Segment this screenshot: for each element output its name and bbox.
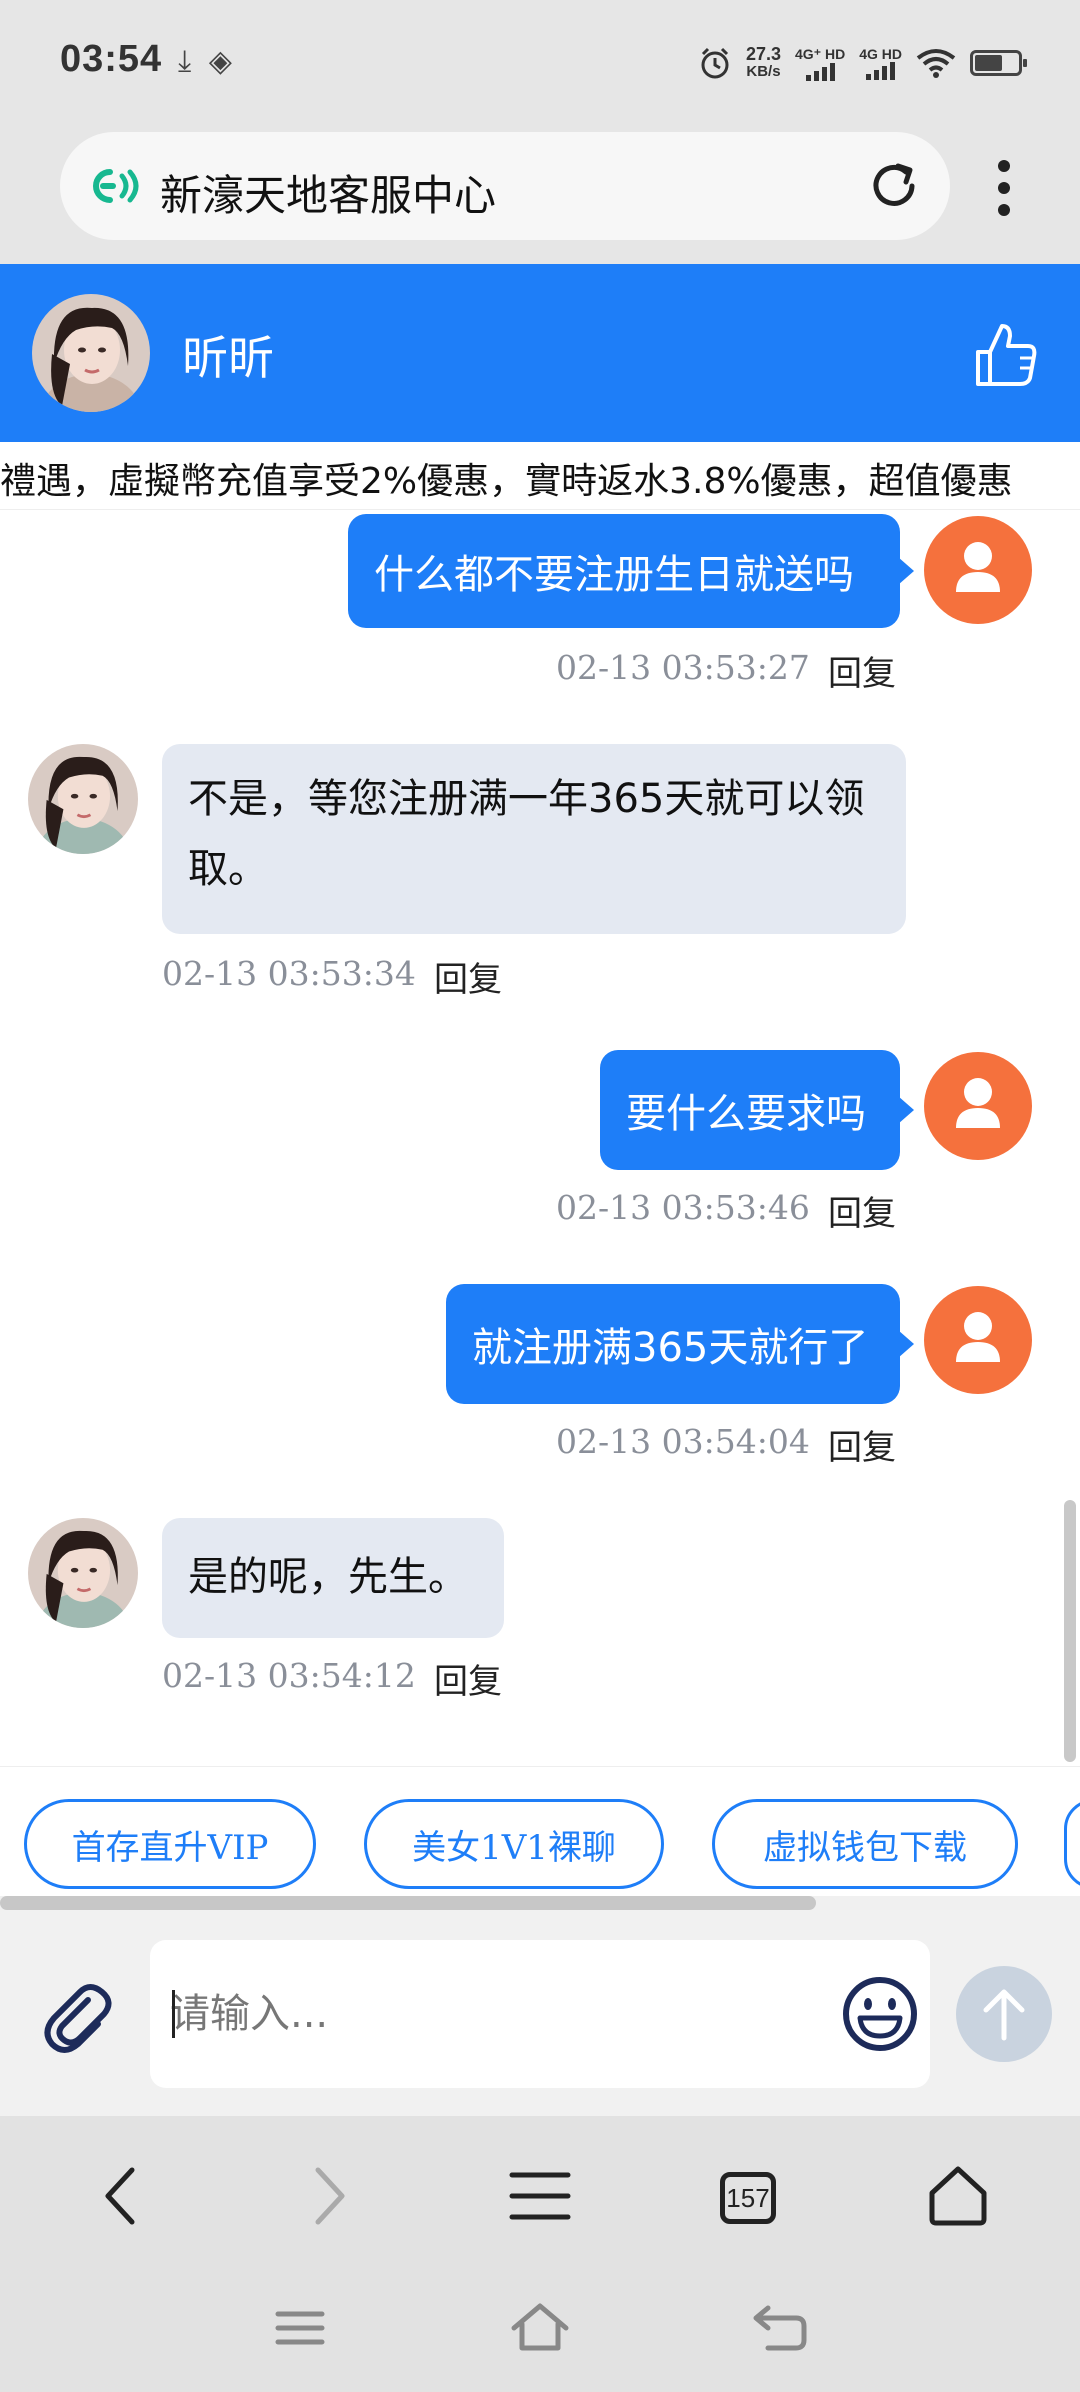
system-home-icon[interactable] [508, 2296, 572, 2360]
incoming-message[interactable]: 不是，等您注册满一年365天就可以领取。 [162, 744, 906, 934]
message-text: 要什么要求吗 [626, 1091, 866, 1137]
chevron-left-icon [105, 2167, 135, 2225]
chevron-right-icon [315, 2167, 345, 2225]
announcement-text: 禮遇，虛擬幣充值享受2%優惠，實時返水3.8%優惠，超值優惠 [0, 461, 1013, 502]
quick-reply-scrollbar[interactable] [0, 1896, 816, 1910]
back-button[interactable] [80, 2156, 160, 2236]
quick-reply-button[interactable]: 虚拟钱包下载 [712, 1799, 1018, 1889]
system-back-icon[interactable] [748, 2296, 812, 2360]
chat-messages[interactable]: 什么都不要注册生日就送吗 02-13 03:53:27 回复 不是，等您注册满一… [0, 510, 1080, 1766]
reply-link[interactable]: 回复 [434, 952, 502, 1001]
quick-reply-button[interactable]: 美女1V1裸聊 [364, 1799, 664, 1889]
text-cursor [172, 1990, 175, 2038]
signal-bars-icon [805, 62, 835, 81]
user-icon [956, 1312, 1000, 1362]
outgoing-message[interactable]: 就注册满365天就行了 [446, 1284, 914, 1404]
user-avatar [924, 516, 1032, 624]
emoji-icon[interactable] [840, 1974, 920, 2054]
quick-reply-button[interactable]: 首存直升VIP [24, 1799, 316, 1889]
reload-icon[interactable] [868, 160, 920, 212]
status-bar: 03:54 ⤓ ◈ 27.3 KB/s 4G⁺ HD 4G HD [0, 0, 1080, 128]
reply-link[interactable]: 回复 [828, 646, 896, 695]
quick-reply-button-partial[interactable] [1064, 1799, 1080, 1889]
tab-count: 157 [720, 2172, 776, 2224]
reply-link[interactable]: 回复 [828, 1186, 896, 1235]
message-text: 就注册满365天就行了 [472, 1325, 869, 1371]
chat-scrollbar[interactable] [1064, 1500, 1076, 1762]
more-menu-icon[interactable] [990, 156, 1018, 220]
user-avatar [924, 1286, 1032, 1394]
message-text: 什么都不要注册生日就送吗 [374, 552, 854, 598]
chat-header: 昕昕 [0, 264, 1080, 442]
message-timestamp: 02-13 03:53:27 [556, 648, 810, 687]
system-navigation [0, 2266, 1080, 2392]
message-composer [0, 1910, 1080, 2116]
status-left-icons: ⤓ ◈ [178, 44, 232, 79]
reply-link[interactable]: 回复 [434, 1654, 502, 1703]
agent-name: 昕昕 [182, 331, 274, 385]
address-bar[interactable]: 新濠天地客服中心 [60, 132, 950, 240]
page-title: 新濠天地客服中心 [160, 171, 497, 220]
status-time: 03:54 [60, 38, 163, 80]
message-text: 不是，等您注册满一年365天就可以领取。 [188, 776, 865, 892]
alarm-icon [701, 47, 729, 79]
status-right-icons: 27.3 KB/s 4G⁺ HD 4G HD [698, 38, 1027, 88]
announcement-marquee: 禮遇，虛擬幣充值享受2%優惠，實時返水3.8%優惠，超值優惠 [0, 442, 1080, 510]
signal-1: 4G⁺ HD [795, 46, 845, 81]
battery-level [975, 55, 1002, 71]
recents-icon[interactable] [268, 2296, 332, 2360]
tabs-button[interactable]: 157 [708, 2156, 788, 2236]
network-speed: 27.3 KB/s [745, 44, 782, 80]
user-icon [956, 1078, 1000, 1128]
send-button[interactable] [956, 1966, 1052, 2062]
message-input-container [150, 1940, 930, 2088]
forward-button[interactable] [290, 2156, 370, 2236]
outgoing-message[interactable]: 什么都不要注册生日就送吗 [348, 514, 914, 628]
arrow-up-icon [983, 1989, 1025, 2041]
home-icon [929, 2166, 987, 2226]
message-timestamp: 02-13 03:54:12 [162, 1656, 416, 1695]
agent-avatar [28, 744, 138, 854]
signal-2: 4G HD [859, 46, 902, 80]
agent-avatar[interactable] [32, 294, 150, 412]
download-icon: ⤓ [178, 44, 192, 79]
user-avatar [924, 1052, 1032, 1160]
reply-link[interactable]: 回复 [828, 1420, 896, 1469]
paperclip-icon[interactable] [38, 1978, 116, 2056]
agent-avatar [28, 1518, 138, 1628]
hamburger-icon [509, 2172, 571, 2220]
message-timestamp: 02-13 03:54:04 [556, 1422, 810, 1461]
message-timestamp: 02-13 03:53:46 [556, 1188, 810, 1227]
wifi-icon [916, 49, 956, 78]
signal-bars-icon [866, 62, 896, 80]
outgoing-message[interactable]: 要什么要求吗 [600, 1050, 914, 1170]
user-icon [956, 542, 1000, 592]
message-text: 是的呢，先生。 [188, 1554, 468, 1600]
home-button[interactable] [918, 2156, 998, 2236]
quick-reply-bar: 首存直升VIP 美女1V1裸聊 虚拟钱包下载 [0, 1766, 1080, 1902]
menu-button[interactable] [500, 2156, 580, 2236]
browser-toolbar: 新濠天地客服中心 [0, 128, 1080, 264]
thumbs-up-icon[interactable] [974, 322, 1038, 388]
incoming-message[interactable]: 是的呢，先生。 [162, 1518, 504, 1638]
message-timestamp: 02-13 03:53:34 [162, 954, 416, 993]
app-notification-icon: ◈ [208, 44, 232, 79]
browser-navigation: 157 [0, 2116, 1080, 2266]
message-input[interactable] [170, 1982, 810, 2046]
battery-icon [970, 50, 1027, 76]
site-security-icon [93, 169, 139, 203]
